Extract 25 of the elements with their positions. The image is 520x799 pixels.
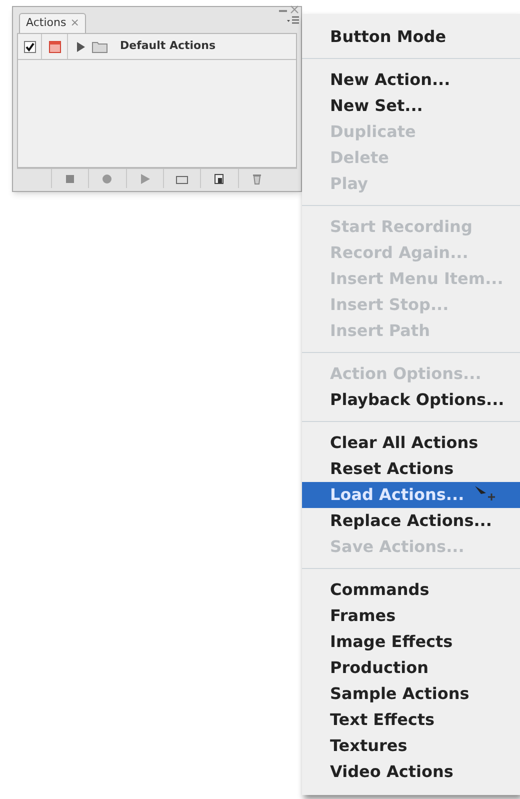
close-icon[interactable] xyxy=(290,5,299,14)
menu-item[interactable]: Production xyxy=(302,655,520,681)
expand-icon[interactable] xyxy=(76,42,86,52)
folder-icon xyxy=(92,40,108,52)
menu-item[interactable]: Playback Options... xyxy=(302,387,520,413)
action-set-name[interactable]: Default Actions xyxy=(120,38,216,55)
menu-item[interactable]: New Set... xyxy=(302,93,520,119)
menu-item[interactable]: Button Mode xyxy=(302,24,520,50)
menu-item[interactable]: Textures xyxy=(302,733,520,759)
minimize-icon[interactable] xyxy=(279,9,287,13)
menu-item[interactable]: Video Actions xyxy=(302,759,520,785)
menu-item[interactable]: Reset Actions xyxy=(302,456,520,482)
dialog-toggle-icon[interactable] xyxy=(48,40,60,52)
menu-item[interactable]: Replace Actions... xyxy=(302,508,520,534)
menu-item[interactable]: Text Effects xyxy=(302,707,520,733)
panel-menu-icon[interactable] xyxy=(287,16,299,26)
menu-item[interactable]: Clear All Actions xyxy=(302,430,520,456)
panel-tab[interactable]: Actions × xyxy=(19,13,86,33)
menu-item[interactable]: Load Actions... xyxy=(302,482,520,508)
checkbox[interactable] xyxy=(24,40,36,52)
menu-item[interactable]: Sample Actions xyxy=(302,681,520,707)
menu-item[interactable]: Commands xyxy=(302,577,520,603)
menu-item[interactable]: Frames xyxy=(302,603,520,629)
menu-item[interactable]: Image Effects xyxy=(302,629,520,655)
menu-item[interactable]: New Action... xyxy=(302,67,520,93)
